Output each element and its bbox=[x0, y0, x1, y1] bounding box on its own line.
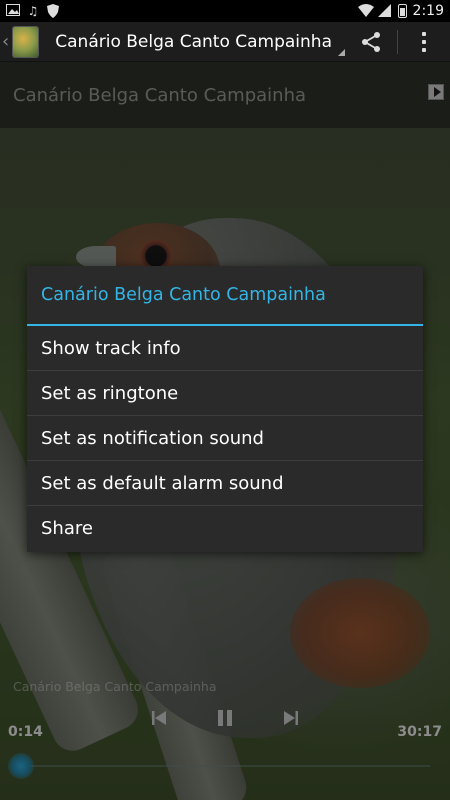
app-logo-icon[interactable] bbox=[12, 25, 40, 58]
image-icon bbox=[6, 4, 20, 18]
menu-item-share[interactable]: Share bbox=[27, 506, 423, 551]
share-icon bbox=[362, 31, 380, 52]
battery-icon bbox=[397, 4, 407, 18]
menu-item-set-ringtone[interactable]: Set as ringtone bbox=[27, 371, 423, 416]
signal-icon bbox=[378, 4, 392, 18]
overflow-menu-icon bbox=[422, 31, 426, 52]
share-button[interactable] bbox=[345, 22, 397, 62]
dialog-title: Canário Belga Canto Campainha bbox=[27, 266, 423, 326]
action-bar-title[interactable]: Canário Belga Canto Campainha bbox=[55, 32, 332, 52]
context-menu-dialog: Canário Belga Canto Campainha Show track… bbox=[27, 266, 423, 552]
menu-item-show-track-info[interactable]: Show track info bbox=[27, 326, 423, 371]
action-bar: ‹ Canário Belga Canto Campainha bbox=[0, 22, 450, 62]
menu-item-set-notification[interactable]: Set as notification sound bbox=[27, 416, 423, 461]
status-bar: ♫ 2:19 bbox=[0, 0, 450, 22]
spinner-indicator-icon bbox=[338, 49, 345, 56]
wifi-icon bbox=[357, 4, 374, 18]
up-caret-icon[interactable]: ‹ bbox=[2, 31, 10, 52]
shield-icon bbox=[46, 4, 60, 18]
menu-item-set-alarm[interactable]: Set as default alarm sound bbox=[27, 461, 423, 506]
overflow-menu-button[interactable] bbox=[398, 22, 450, 62]
status-time: 2:19 bbox=[412, 3, 444, 19]
music-note-icon: ♫ bbox=[27, 4, 39, 18]
